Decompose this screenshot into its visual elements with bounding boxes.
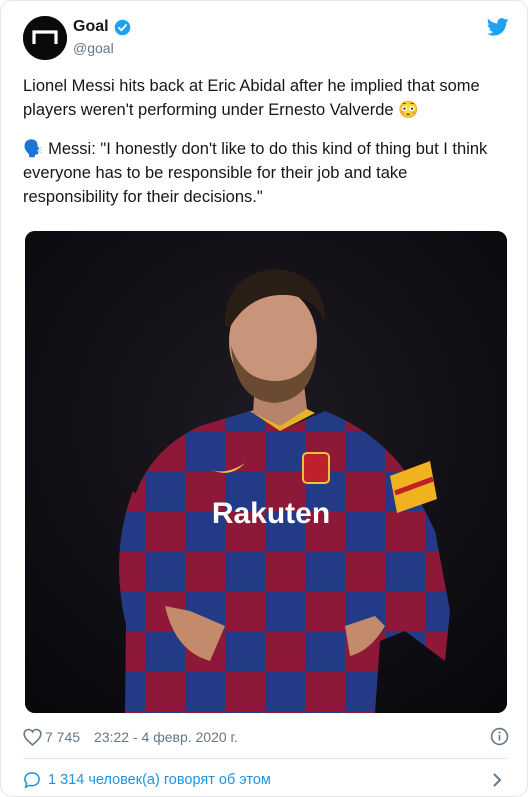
tweet-card: Goal @goal Lionel Messi hits back at Eri… <box>0 0 528 797</box>
speech-bubble-icon <box>24 772 40 789</box>
tweet-meta: 7 745 23:22 - 4 февр. 2020 г. <box>23 726 509 748</box>
tweet-timestamp[interactable]: 23:22 - 4 февр. 2020 г. <box>94 729 238 745</box>
like-count: 7 745 <box>45 729 81 745</box>
conversation-label: 1 314 человек(а) говорят об этом <box>48 772 271 788</box>
tweet-paragraph-1: Lionel Messi hits back at Eric Abidal af… <box>23 77 485 119</box>
info-icon[interactable] <box>490 727 509 746</box>
conversation-link[interactable]: 1 314 человек(а) говорят об этом <box>23 769 509 791</box>
goal-logo-icon <box>23 16 67 60</box>
avatar[interactable] <box>23 16 67 60</box>
handle[interactable]: @goal <box>73 40 131 56</box>
messi-photo-illustration: Rakuten <box>25 231 507 713</box>
heart-icon <box>23 728 42 746</box>
display-name[interactable]: Goal <box>73 18 109 36</box>
tweet-text: Lionel Messi hits back at Eric Abidal af… <box>23 74 507 224</box>
verified-badge-icon <box>114 19 130 35</box>
jersey-sponsor-text: Rakuten <box>212 497 330 530</box>
chevron-right-icon <box>493 773 502 787</box>
twitter-bird-icon[interactable] <box>487 18 509 36</box>
tweet-paragraph-2: 🗣️ Messi: "I honestly don't like to do t… <box>23 140 492 206</box>
tweet-photo[interactable]: Rakuten <box>25 231 507 713</box>
divider <box>23 758 507 759</box>
like-button[interactable]: 7 745 <box>23 728 80 746</box>
account-names: Goal @goal <box>73 18 131 56</box>
tweet-header: Goal @goal <box>23 16 509 60</box>
